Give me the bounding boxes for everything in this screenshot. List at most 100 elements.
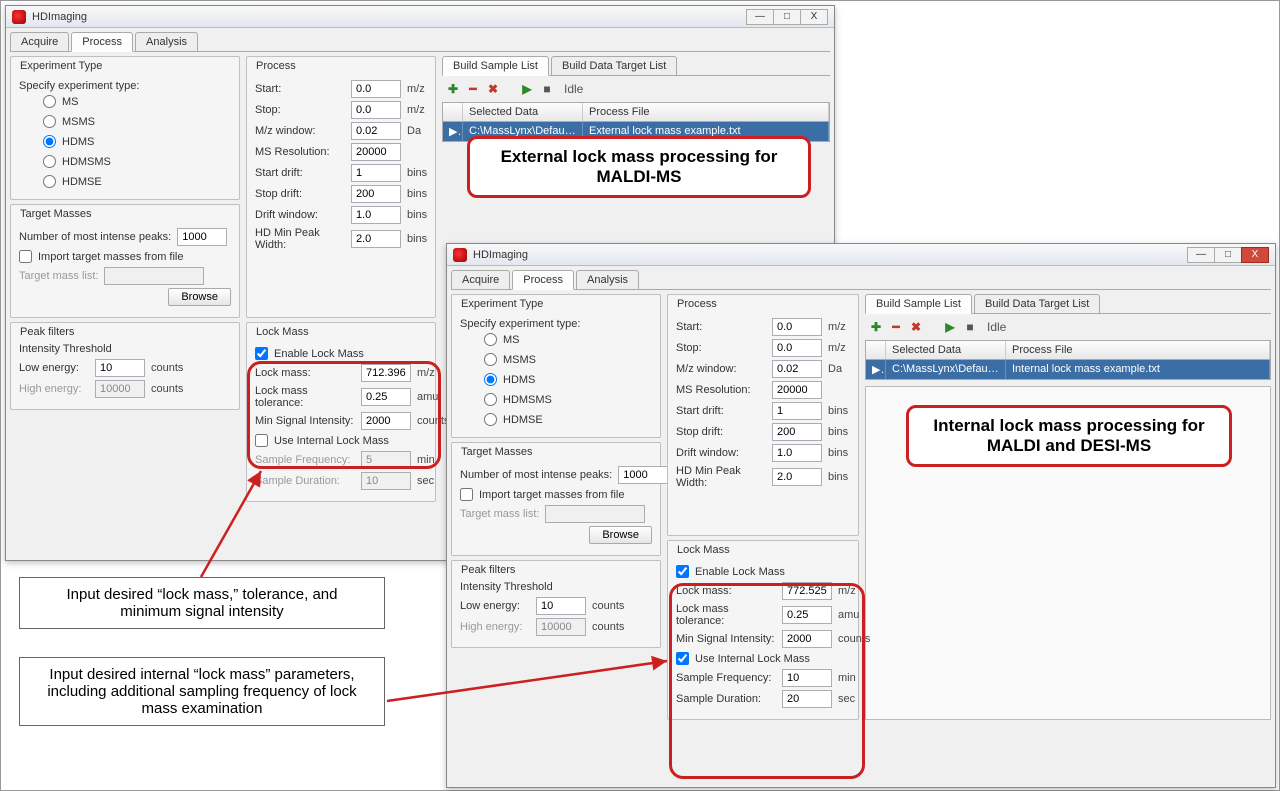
- start-input[interactable]: [772, 318, 822, 336]
- stopdrift-input[interactable]: [772, 423, 822, 441]
- start-input[interactable]: [351, 80, 401, 98]
- titlebar: HDImaging — □ X: [447, 244, 1275, 266]
- radio-hdms-label: HDMS: [503, 374, 535, 386]
- window-title: HDImaging: [32, 11, 87, 23]
- tab-analysis[interactable]: Analysis: [135, 32, 198, 51]
- tab-acquire[interactable]: Acquire: [10, 32, 69, 51]
- lockmass-min-input[interactable]: [782, 630, 832, 648]
- tab-analysis[interactable]: Analysis: [576, 270, 639, 289]
- subtab-build-target[interactable]: Build Data Target List: [974, 294, 1100, 313]
- use-internal-checkbox[interactable]: [255, 434, 268, 447]
- msres-input[interactable]: [772, 381, 822, 399]
- add-icon[interactable]: ✚: [446, 82, 460, 96]
- browse-button[interactable]: Browse: [589, 526, 652, 544]
- add-icon[interactable]: ✚: [869, 320, 883, 334]
- radio-hdmsms[interactable]: [484, 393, 497, 406]
- minimize-button[interactable]: —: [1187, 247, 1215, 263]
- start-label: Start:: [676, 321, 766, 333]
- annotation-1-text: Input desired “lock mass,” tolerance, an…: [67, 586, 338, 620]
- subtab-build-sample[interactable]: Build Sample List: [442, 56, 549, 76]
- close-button[interactable]: X: [1241, 247, 1269, 263]
- sample-freq-input[interactable]: [782, 669, 832, 687]
- lockmass-tol-input[interactable]: [361, 388, 411, 406]
- hdmin-input[interactable]: [772, 468, 822, 486]
- lockmass-min-input[interactable]: [361, 412, 411, 430]
- tab-process[interactable]: Process: [512, 270, 574, 290]
- high-energy-input: [536, 618, 586, 636]
- stop-input[interactable]: [772, 339, 822, 357]
- use-internal-checkbox[interactable]: [676, 652, 689, 665]
- high-energy-label: High energy:: [19, 383, 89, 395]
- remove-icon[interactable]: ━: [889, 320, 903, 334]
- msres-input[interactable]: [351, 143, 401, 161]
- sample-grid[interactable]: Selected Data Process File ▶ C:\MassLynx…: [865, 340, 1271, 380]
- subtab-build-sample[interactable]: Build Sample List: [865, 294, 972, 314]
- delete-icon[interactable]: ✖: [486, 82, 500, 96]
- target-masses-group: Target Masses Number of most intense pea…: [451, 442, 661, 556]
- minimize-button[interactable]: —: [746, 9, 774, 25]
- maximize-button[interactable]: □: [773, 9, 801, 25]
- tab-process[interactable]: Process: [71, 32, 133, 52]
- close-button[interactable]: X: [800, 9, 828, 25]
- subtab-build-target[interactable]: Build Data Target List: [551, 56, 677, 75]
- target-masses-legend: Target Masses: [458, 446, 536, 458]
- startdrift-input[interactable]: [772, 402, 822, 420]
- import-target-checkbox[interactable]: [19, 250, 32, 263]
- radio-hdms[interactable]: [484, 373, 497, 386]
- low-energy-input[interactable]: [536, 597, 586, 615]
- radio-ms[interactable]: [43, 95, 56, 108]
- delete-icon[interactable]: ✖: [909, 320, 923, 334]
- radio-msms[interactable]: [484, 353, 497, 366]
- maximize-button[interactable]: □: [1214, 247, 1242, 263]
- radio-ms[interactable]: [484, 333, 497, 346]
- driftwin-input[interactable]: [772, 444, 822, 462]
- stop-icon[interactable]: ■: [963, 320, 977, 334]
- stop-input[interactable]: [351, 101, 401, 119]
- radio-hdms-label: HDMS: [62, 136, 94, 148]
- mzwin-label: M/z window:: [255, 125, 345, 137]
- num-peaks-input[interactable]: [618, 466, 668, 484]
- hdmin-input[interactable]: [351, 230, 401, 248]
- play-icon[interactable]: ▶: [520, 82, 534, 96]
- stopdrift-input[interactable]: [351, 185, 401, 203]
- exp-label: Specify experiment type:: [19, 80, 139, 92]
- startdrift-input[interactable]: [351, 164, 401, 182]
- radio-ms-label: MS: [503, 334, 520, 346]
- lockmass-input[interactable]: [361, 364, 411, 382]
- play-icon[interactable]: ▶: [943, 320, 957, 334]
- tab-acquire[interactable]: Acquire: [451, 270, 510, 289]
- status-text: Idle: [564, 82, 583, 96]
- import-target-label: Import target masses from file: [479, 489, 625, 501]
- target-list-input: [104, 267, 204, 285]
- radio-hdmsms-label: HDMSMS: [62, 156, 111, 168]
- remove-icon[interactable]: ━: [466, 82, 480, 96]
- grid-row[interactable]: ▶ C:\MassLynx\Default... Internal lock m…: [866, 360, 1270, 379]
- sample-dur-input[interactable]: [782, 690, 832, 708]
- status-text: Idle: [987, 320, 1006, 334]
- enable-lockmass-checkbox[interactable]: [676, 565, 689, 578]
- import-target-checkbox[interactable]: [460, 488, 473, 501]
- low-energy-input[interactable]: [95, 359, 145, 377]
- lockmass-tol-input[interactable]: [782, 606, 832, 624]
- app-icon: [453, 248, 467, 262]
- radio-hdmse[interactable]: [484, 413, 497, 426]
- grid-cell-selected: C:\MassLynx\Default...: [886, 360, 1006, 379]
- mzwin-input[interactable]: [772, 360, 822, 378]
- radio-hdmse[interactable]: [43, 175, 56, 188]
- enable-lockmass-label: Enable Lock Mass: [274, 348, 364, 360]
- mzwin-input[interactable]: [351, 122, 401, 140]
- stop-icon[interactable]: ■: [540, 82, 554, 96]
- radio-hdms[interactable]: [43, 135, 56, 148]
- enable-lockmass-checkbox[interactable]: [255, 347, 268, 360]
- radio-ms-label: MS: [62, 96, 79, 108]
- low-energy-label: Low energy:: [19, 362, 89, 374]
- lockmass-input[interactable]: [782, 582, 832, 600]
- titlebar: HDImaging — □ X: [6, 6, 834, 28]
- radio-hdmsms[interactable]: [43, 155, 56, 168]
- driftwin-input[interactable]: [351, 206, 401, 224]
- start-unit: m/z: [828, 321, 850, 333]
- radio-msms[interactable]: [43, 115, 56, 128]
- radio-hdmse-label: HDMSE: [62, 176, 102, 188]
- browse-button[interactable]: Browse: [168, 288, 231, 306]
- num-peaks-input[interactable]: [177, 228, 227, 246]
